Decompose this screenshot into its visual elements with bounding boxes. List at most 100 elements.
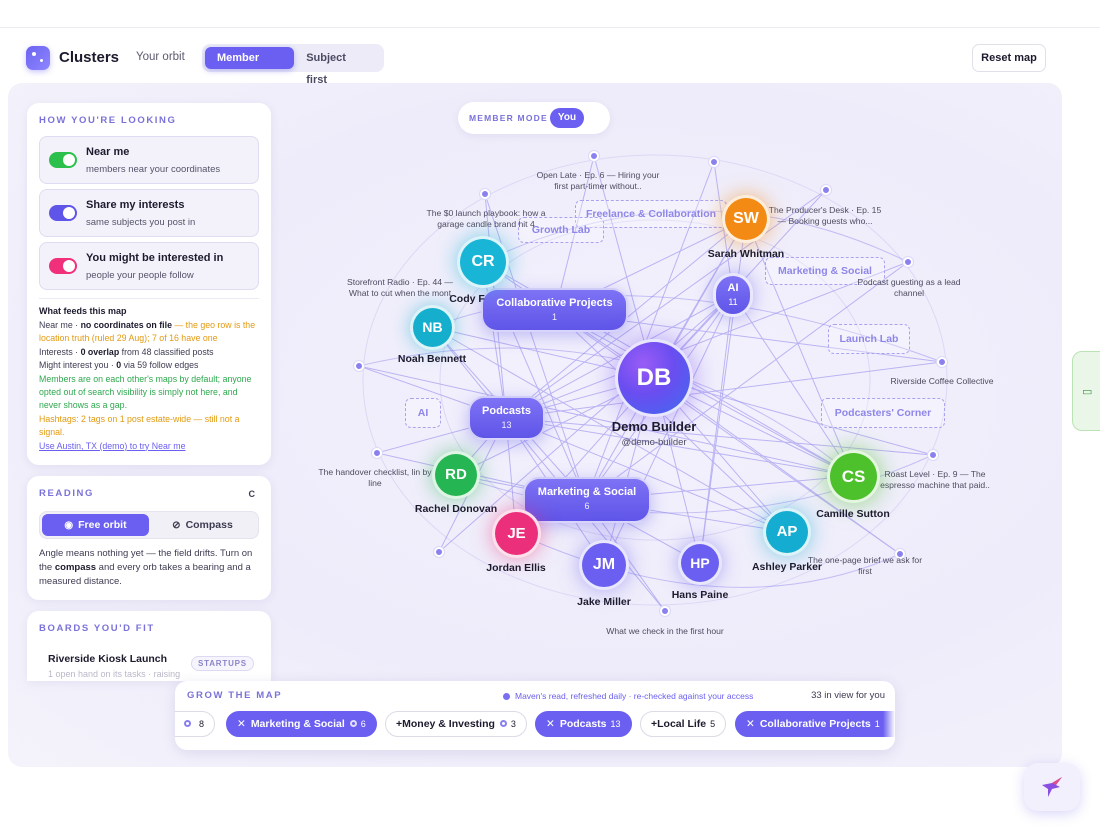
feed-near-value: no coordinates on file (80, 320, 172, 330)
center-orb-avatar[interactable]: DB (615, 339, 693, 417)
post-dot[interactable] (480, 189, 490, 199)
ghost-subject-podcasters[interactable]: Podcasters' Corner (821, 398, 945, 428)
member-orb-sarah-whitman[interactable]: SW (722, 195, 770, 243)
post-label[interactable]: Roast Level · Ep. 9 — The espresso machi… (872, 469, 998, 491)
app-logo-icon (26, 46, 50, 70)
post-dot[interactable] (589, 151, 599, 161)
toggle-subtitle: people your people follow (86, 270, 194, 281)
center-handle: @demo-builder (621, 437, 687, 448)
chip-local-life[interactable]: +Local Life 5 (640, 711, 727, 737)
post-label[interactable]: What we check in the first hour (606, 626, 724, 637)
might-interest-row[interactable]: You might be interested in people your p… (39, 242, 259, 290)
might-interest-toggle[interactable] (49, 258, 77, 274)
board-name[interactable]: Riverside Kiosk Launch (48, 653, 167, 665)
member-name: Cody F (449, 293, 485, 305)
post-dot[interactable] (660, 606, 670, 616)
member-mode-you-button[interactable]: You (550, 108, 584, 128)
reset-map-button[interactable]: Reset map (972, 44, 1046, 72)
post-dot[interactable] (903, 257, 913, 267)
compass-tab[interactable]: ⊘ Compass (149, 514, 256, 536)
near-me-row[interactable]: Near me members near your coordinates (39, 136, 259, 184)
toggle-title: Near me (86, 146, 130, 158)
chip-count: 13 (610, 719, 621, 729)
member-orb-ashley-parker[interactable]: AP (763, 508, 811, 556)
post-dot[interactable] (821, 185, 831, 195)
how-youre-looking-panel: HOW YOU'RE LOOKING Near me members near … (27, 103, 271, 465)
post-dot[interactable] (434, 547, 444, 557)
assistant-fab[interactable] (1024, 763, 1080, 811)
share-interests-row[interactable]: Share my interests same subjects you pos… (39, 189, 259, 237)
post-dot[interactable] (928, 450, 938, 460)
chip-money-investing[interactable]: +Money & Investing 3 (385, 711, 527, 737)
chip-marketing-social[interactable]: ✕ Marketing & Social 6 (226, 711, 377, 737)
subject-first-tab[interactable]: Subject first (294, 47, 381, 86)
member-orb-ai[interactable]: AI 11 (713, 273, 753, 317)
panel-title: BOARDS YOU'D FIT (39, 623, 155, 634)
tab-label: Compass (185, 519, 233, 531)
post-dot[interactable] (354, 361, 364, 371)
chip-fade (883, 709, 895, 741)
feed-might-label: Might interest you · (39, 360, 117, 371)
subject-node-podcasts[interactable]: Podcasts 13 (468, 396, 545, 440)
feed-interests-note: from 48 classified posts (119, 346, 214, 357)
member-orb-noah-bennett[interactable]: NB (410, 305, 455, 350)
chip-collaborative-projects[interactable]: ✕ Collaborative Projects 1 (735, 711, 895, 737)
board-tag: STARTUPS (191, 656, 254, 671)
member-initials: CS (841, 467, 866, 486)
chip-count: 5 (710, 719, 716, 729)
post-dot[interactable] (937, 357, 947, 367)
try-near-me-link[interactable]: Use Austin, TX (demo) to try Near me (39, 441, 186, 451)
divider (39, 298, 259, 299)
post-dot[interactable] (372, 448, 382, 458)
post-label[interactable]: Open Late · Ep. 6 — Hiring your first pa… (534, 170, 662, 192)
post-label[interactable]: Riverside Coffee Collective (884, 376, 1000, 387)
ghost-subject-launch-lab[interactable]: Launch Lab (828, 324, 910, 354)
toggle-title: Share my interests (86, 199, 185, 211)
member-name: Hans Paine (671, 589, 729, 601)
member-initials: CR (471, 253, 495, 270)
panel-title: HOW YOU'RE LOOKING (39, 115, 177, 126)
your-orbit-link[interactable]: Your orbit (136, 51, 185, 63)
chip-count: 3 (510, 719, 516, 729)
chip-label: +Money & Investing (396, 718, 495, 730)
subject-title: Marketing & Social (537, 486, 637, 498)
chip-partial[interactable]: 8 (175, 711, 216, 737)
compass-icon: ⊘ (172, 520, 181, 531)
subject-node-marketing-social[interactable]: Marketing & Social 6 (523, 477, 651, 523)
reading-shortcut[interactable]: C (249, 489, 256, 499)
post-dot[interactable] (709, 157, 719, 167)
center-initials: DB (636, 364, 672, 391)
member-orb-jake-miller[interactable]: JM (579, 540, 629, 590)
grow-title: GROW THE MAP (187, 690, 283, 701)
member-initials: AP (776, 523, 798, 540)
post-label[interactable]: Storefront Radio · Ep. 44 — What to cut … (340, 277, 460, 299)
member-orb-camille-sutton[interactable]: CS (827, 450, 880, 503)
near-me-toggle[interactable] (49, 152, 77, 168)
header: Clusters Your orbit Member first Subject… (26, 44, 1046, 86)
post-label[interactable]: The handover checklist, lin by line (318, 467, 432, 489)
member-orb-jordan-ellis[interactable]: JE (492, 509, 541, 558)
member-first-tab[interactable]: Member first (205, 47, 295, 86)
subject-node-collaborative-projects[interactable]: Collaborative Projects 1 (481, 288, 628, 332)
free-orbit-tab[interactable]: ◉ Free orbit (42, 514, 149, 536)
feed-members-note: Members are on each other's maps by defa… (39, 373, 252, 411)
ghost-subject-ai[interactable]: AI (405, 398, 441, 428)
member-mode-label: MEMBER MODE (469, 113, 548, 123)
member-orb-rachel-donovan[interactable]: RD (432, 451, 480, 499)
subject-count: 6 (584, 501, 590, 511)
post-label[interactable]: The $0 launch playbook: how a garage can… (420, 208, 552, 230)
member-initials: JE (507, 525, 526, 542)
post-label[interactable]: Podcast guesting as a lead channel (852, 277, 966, 299)
member-name: Rachel Donovan (414, 503, 498, 515)
member-initials: SW (733, 210, 759, 227)
member-orb-cody[interactable]: CR (457, 236, 509, 288)
chip-count: 1 (874, 719, 880, 729)
feedback-side-tab[interactable]: ▭ (1072, 351, 1100, 431)
post-label[interactable]: The Producer's Desk · Ep. 15 — Booking g… (764, 205, 886, 227)
subject-title: Podcasts (482, 405, 531, 417)
chat-icon: ▭ (1082, 386, 1093, 398)
member-orb-hans-paine[interactable]: HP (678, 541, 722, 585)
member-name: Noah Bennett (397, 353, 467, 365)
chip-podcasts[interactable]: ✕ Podcasts 13 (535, 711, 632, 737)
share-interests-toggle[interactable] (49, 205, 77, 221)
